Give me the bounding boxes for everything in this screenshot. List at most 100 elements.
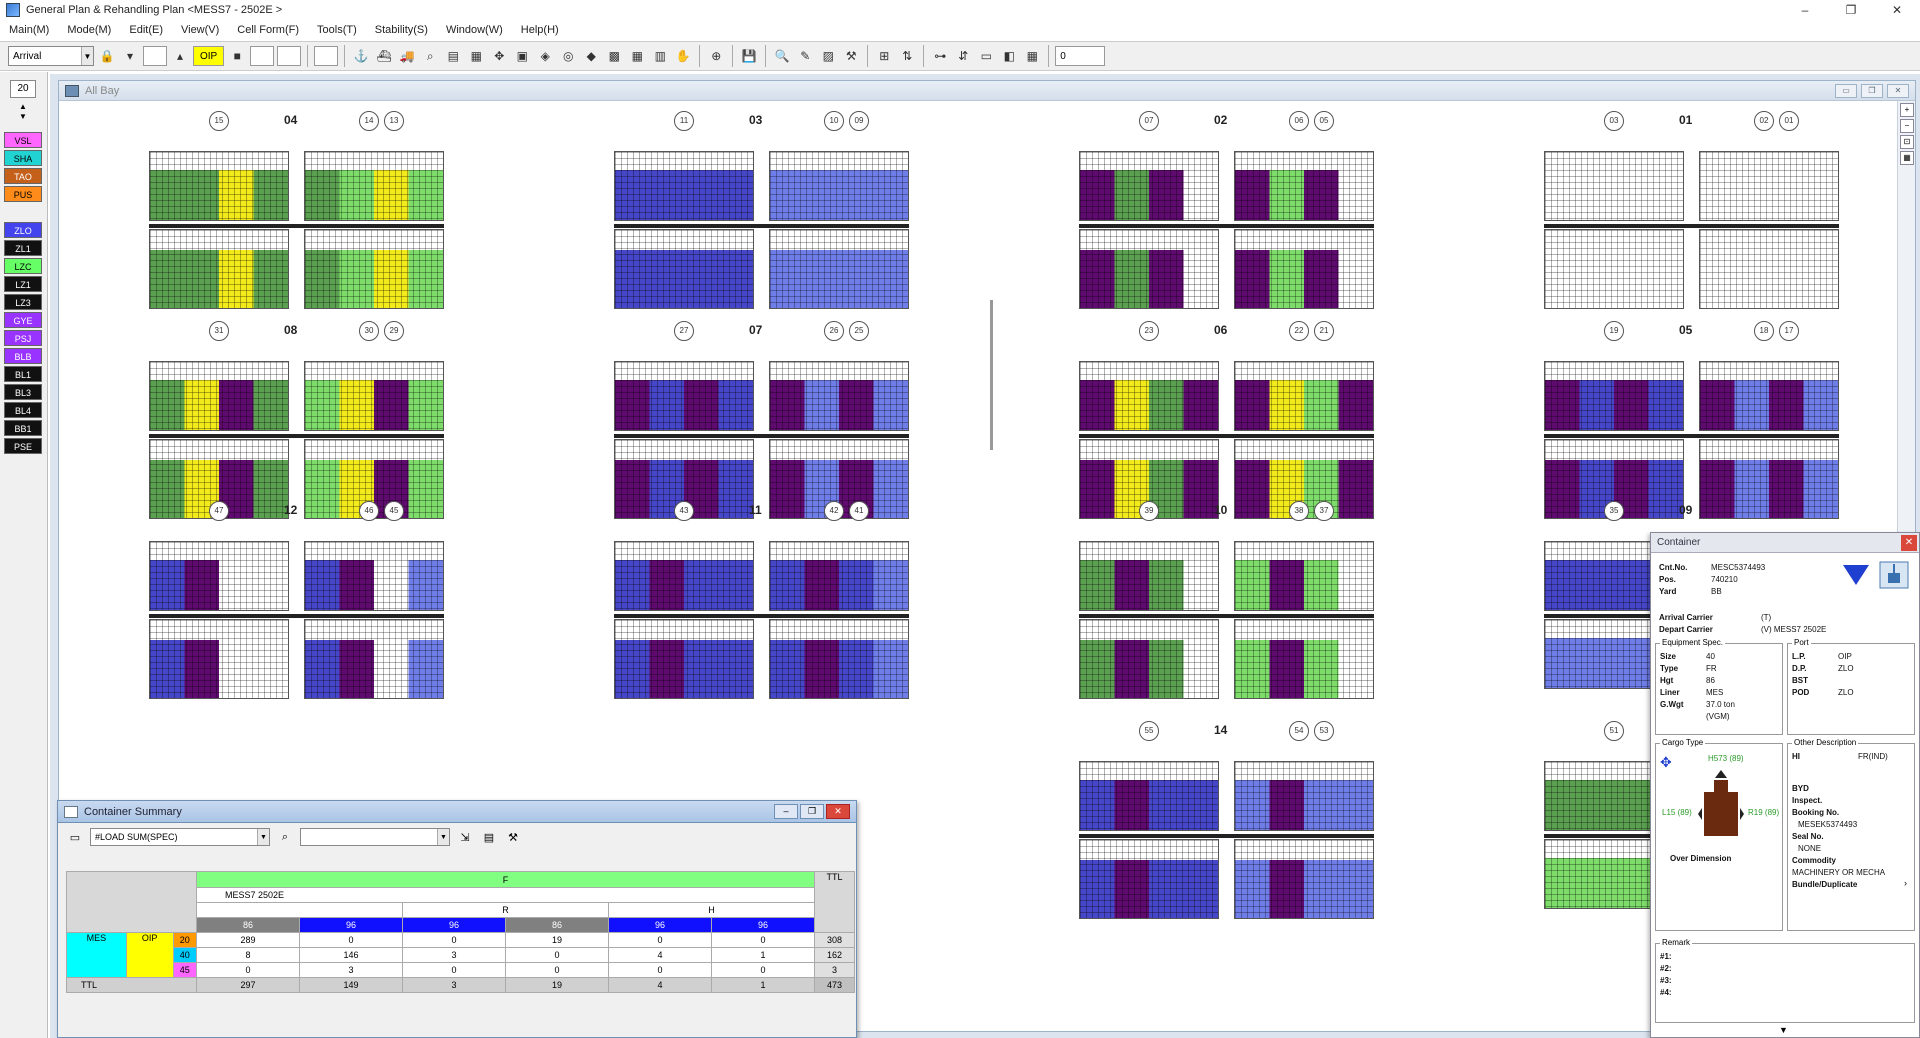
deck-grid[interactable] (1234, 361, 1374, 431)
deck-grid[interactable] (614, 361, 754, 431)
bay-circle[interactable]: 19 (1604, 321, 1624, 341)
port-tag-vsl[interactable]: VSL (4, 132, 42, 148)
zoom-in-icon[interactable]: + (1900, 103, 1914, 117)
bay-circle[interactable]: 29 (384, 321, 404, 341)
bay-circle[interactable]: 30 (359, 321, 379, 341)
all-bay-maximize-button[interactable]: ❐ (1861, 84, 1883, 98)
menu-window[interactable]: Window(W) (437, 24, 512, 36)
deck-grid[interactable] (1234, 761, 1374, 831)
bay-circle[interactable]: 25 (849, 321, 869, 341)
crane-icon[interactable]: ⚓ (351, 46, 371, 66)
deck-grid[interactable] (304, 541, 444, 611)
value-cell[interactable]: 1 (711, 947, 815, 963)
deck-grid[interactable] (1544, 151, 1684, 221)
all-bay-close-button[interactable]: ✕ (1887, 84, 1909, 98)
port-tag-bl4[interactable]: BL4 (4, 402, 42, 418)
bay-circle[interactable]: 47 (209, 501, 229, 521)
port-tag-lz3[interactable]: LZ3 (4, 294, 42, 310)
bay-circle[interactable]: 43 (674, 501, 694, 521)
bay-circle[interactable]: 05 (1314, 111, 1334, 131)
port-tag-gye[interactable]: GYE (4, 312, 42, 328)
container-close-button[interactable]: ✕ (1901, 535, 1917, 551)
save-icon[interactable]: 💾 (739, 46, 759, 66)
search-icon[interactable]: 🔍 (772, 46, 792, 66)
bay-circle[interactable]: 13 (384, 111, 404, 131)
port-tag-bl1[interactable]: BL1 (4, 366, 42, 382)
hold-grid[interactable] (614, 229, 754, 309)
all-bay-minimize-button[interactable]: ▭ (1835, 84, 1857, 98)
fit-icon[interactable]: ⊡ (1900, 135, 1914, 149)
summary-maximize-button[interactable]: ❐ (800, 804, 824, 819)
grid-icon[interactable]: ▦ (627, 46, 647, 66)
port-tag-zl1[interactable]: ZL1 (4, 240, 42, 256)
bay-circle[interactable]: 11 (674, 111, 694, 131)
menu-stability[interactable]: Stability(S) (366, 24, 437, 36)
summary-filter-select[interactable]: ▼ (300, 828, 450, 846)
port-tag-zlo[interactable]: ZLO (4, 222, 42, 238)
bay-circle[interactable]: 06 (1289, 111, 1309, 131)
hold-grid[interactable] (1234, 839, 1374, 919)
bay-circle[interactable]: 35 (1604, 501, 1624, 521)
deck-grid[interactable] (769, 151, 909, 221)
port-tag-bb1[interactable]: BB1 (4, 420, 42, 436)
bay-circle[interactable]: 42 (824, 501, 844, 521)
chevron-right-icon[interactable]: › (1904, 878, 1907, 888)
truck-icon[interactable]: 🚚 (397, 46, 417, 66)
cargo-icon[interactable]: ◆ (581, 46, 601, 66)
chevron-down-icon[interactable]: ▼ (1779, 1025, 1788, 1035)
port-tag-bl3[interactable]: BL3 (4, 384, 42, 400)
deck-grid[interactable] (304, 361, 444, 431)
deck-grid[interactable] (614, 151, 754, 221)
deck-grid[interactable] (1234, 541, 1374, 611)
value-cell[interactable]: 0 (402, 962, 506, 978)
bay-circle[interactable]: 07 (1139, 111, 1159, 131)
deck-grid[interactable] (1544, 761, 1654, 831)
bay-circle[interactable]: 02 (1754, 111, 1774, 131)
summary-minimize-button[interactable]: – (774, 804, 798, 819)
port-tag-lz1[interactable]: LZ1 (4, 276, 42, 292)
value-cell[interactable]: 0 (402, 932, 506, 948)
menu-view[interactable]: View(V) (172, 24, 228, 36)
bay-circle[interactable]: 14 (359, 111, 379, 131)
port-tag-blb[interactable]: BLB (4, 348, 42, 364)
menu-help[interactable]: Help(H) (512, 24, 568, 36)
minimize-button[interactable]: – (1782, 0, 1828, 20)
summary-close-button[interactable]: ✕ (826, 804, 850, 819)
zoom-icon[interactable]: ⊕ (706, 46, 726, 66)
square-icon[interactable]: ■ (227, 46, 247, 66)
port-tag-psj[interactable]: PSJ (4, 330, 42, 346)
hold-grid[interactable] (1544, 839, 1654, 909)
value-cell[interactable]: 19 (505, 932, 609, 948)
bay-circle[interactable]: 22 (1289, 321, 1309, 341)
splitter[interactable] (990, 300, 993, 450)
value-cell[interactable]: 0 (608, 932, 712, 948)
deck-grid[interactable] (149, 151, 289, 221)
document-icon[interactable]: ▤ (480, 828, 498, 846)
maximize-button[interactable]: ❐ (1828, 0, 1874, 20)
binoculars-icon[interactable]: ⌕ (276, 828, 294, 846)
value-cell[interactable]: 0 (711, 932, 815, 948)
value-cell[interactable]: 3 (402, 947, 506, 963)
sort-icon[interactable]: ⇵ (953, 46, 973, 66)
port-tag-pus[interactable]: PUS (4, 186, 42, 202)
box-icon[interactable]: ▣ (512, 46, 532, 66)
bay-circle[interactable]: 03 (1604, 111, 1624, 131)
port-tag-lzc[interactable]: LZC (4, 258, 42, 274)
hold-grid[interactable] (614, 619, 754, 699)
close-button[interactable]: ✕ (1874, 0, 1920, 20)
deck-grid[interactable] (1079, 541, 1219, 611)
hold-grid[interactable] (1699, 229, 1839, 309)
print-icon[interactable]: ▭ (66, 828, 84, 846)
grid-toggle-icon[interactable]: ▦ (1900, 151, 1914, 165)
hold-grid[interactable] (304, 619, 444, 699)
menu-mode[interactable]: Mode(M) (58, 24, 120, 36)
window-icon[interactable]: ◧ (999, 46, 1019, 66)
value-cell[interactable]: 289 (196, 932, 300, 948)
clipboard-icon[interactable]: ▥ (650, 46, 670, 66)
zoom-out-icon[interactable]: − (1900, 119, 1914, 133)
tools-icon[interactable]: ⚒ (841, 46, 861, 66)
value-cell[interactable]: 0 (711, 962, 815, 978)
blank-field-4[interactable] (314, 46, 339, 66)
spin-arrows-icon[interactable]: ▲ ▼ (12, 102, 34, 124)
deck-grid[interactable] (1234, 151, 1374, 221)
